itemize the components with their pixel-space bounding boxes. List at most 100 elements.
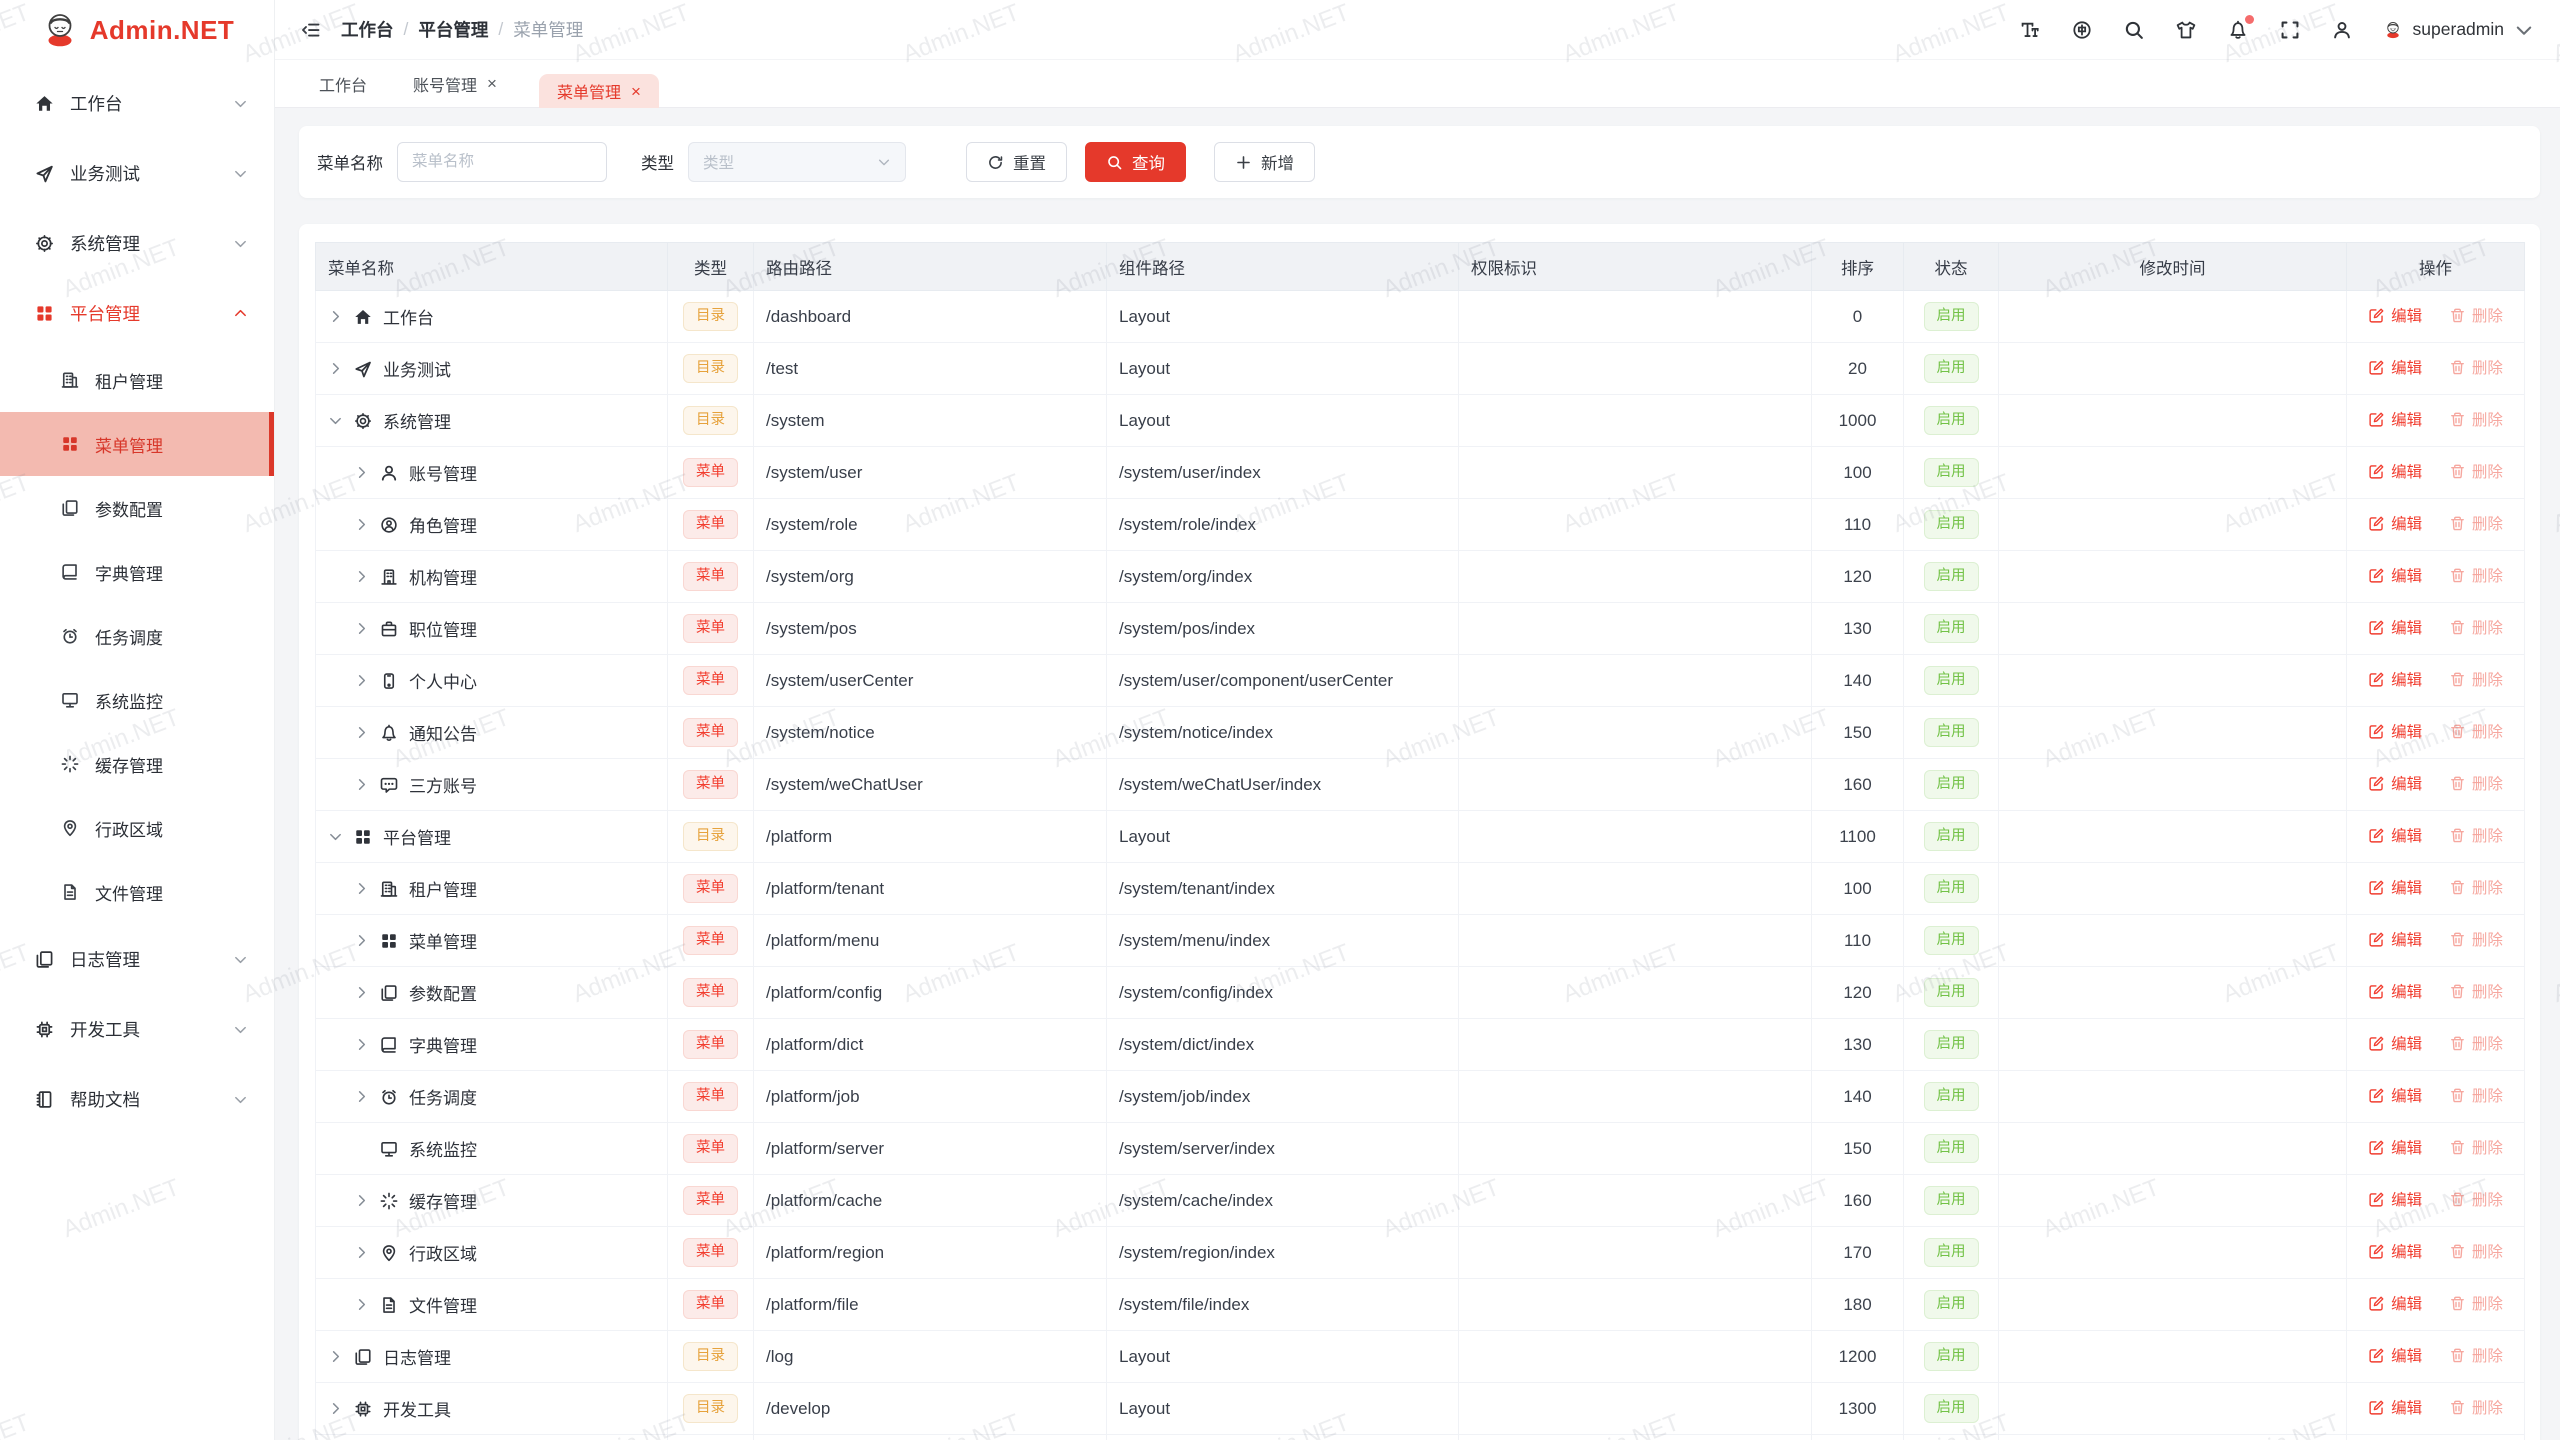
delete-button[interactable]: 删除: [2449, 460, 2503, 482]
edit-button[interactable]: 编辑: [2368, 356, 2422, 378]
tab-菜单管理[interactable]: 菜单管理 ×: [539, 74, 659, 108]
edit-button[interactable]: 编辑: [2368, 564, 2422, 586]
row-expand-caret[interactable]: [354, 1245, 369, 1260]
row-expand-caret[interactable]: [354, 673, 369, 688]
delete-button[interactable]: 删除: [2449, 1032, 2503, 1054]
reset-button[interactable]: 重置: [966, 142, 1067, 182]
edit-button[interactable]: 编辑: [2368, 1344, 2422, 1366]
row-expand-caret[interactable]: [354, 985, 369, 1000]
delete-button[interactable]: 删除: [2449, 876, 2503, 898]
row-expand-caret[interactable]: [354, 1037, 369, 1052]
app-logo[interactable]: Admin.NET: [0, 0, 274, 60]
sidebar-item-config[interactable]: 参数配置: [0, 476, 274, 540]
row-expand-caret[interactable]: [354, 777, 369, 792]
language-icon[interactable]: [2071, 19, 2093, 41]
sidebar-item-develop[interactable]: 开发工具: [0, 994, 274, 1064]
edit-button[interactable]: 编辑: [2368, 1188, 2422, 1210]
edit-button[interactable]: 编辑: [2368, 928, 2422, 950]
edit-button[interactable]: 编辑: [2368, 1032, 2422, 1054]
edit-button[interactable]: 编辑: [2368, 1240, 2422, 1262]
sidebar-item-file[interactable]: 文件管理: [0, 860, 274, 924]
edit-button[interactable]: 编辑: [2368, 876, 2422, 898]
row-expand-caret[interactable]: [354, 1193, 369, 1208]
add-button[interactable]: 新增: [1214, 142, 1315, 182]
font-size-icon[interactable]: [2019, 19, 2041, 41]
user-menu[interactable]: superadmin: [2383, 19, 2534, 40]
delete-button[interactable]: 删除: [2449, 772, 2503, 794]
edit-button[interactable]: 编辑: [2368, 408, 2422, 430]
row-expand-caret[interactable]: [354, 465, 369, 480]
notification-icon[interactable]: [2227, 19, 2249, 41]
edit-button[interactable]: 编辑: [2368, 1136, 2422, 1158]
row-expand-caret[interactable]: [354, 881, 369, 896]
theme-icon[interactable]: [2175, 19, 2197, 41]
delete-button[interactable]: 删除: [2449, 356, 2503, 378]
delete-button[interactable]: 删除: [2449, 616, 2503, 638]
sidebar-item-system[interactable]: 系统管理: [0, 208, 274, 278]
sidebar-item-region[interactable]: 行政区域: [0, 796, 274, 860]
row-expand-caret[interactable]: [328, 1401, 343, 1416]
sidebar-item-log[interactable]: 日志管理: [0, 924, 274, 994]
close-tab-icon[interactable]: ×: [631, 83, 641, 100]
edit-button[interactable]: 编辑: [2368, 824, 2422, 846]
row-expand-caret[interactable]: [354, 569, 369, 584]
delete-button[interactable]: 删除: [2449, 928, 2503, 950]
delete-button[interactable]: 删除: [2449, 512, 2503, 534]
edit-button[interactable]: 编辑: [2368, 616, 2422, 638]
sidebar-item-dict[interactable]: 字典管理: [0, 540, 274, 604]
row-expand-caret[interactable]: [354, 725, 369, 740]
row-expand-caret[interactable]: [328, 309, 343, 324]
delete-button[interactable]: 删除: [2449, 720, 2503, 742]
breadcrumb-item[interactable]: 工作台: [341, 17, 394, 42]
edit-button[interactable]: 编辑: [2368, 668, 2422, 690]
delete-button[interactable]: 删除: [2449, 1084, 2503, 1106]
row-expand-caret[interactable]: [354, 933, 369, 948]
sidebar-item-menu[interactable]: 菜单管理: [0, 412, 274, 476]
fullscreen-icon[interactable]: [2279, 19, 2301, 41]
edit-button[interactable]: 编辑: [2368, 1292, 2422, 1314]
delete-button[interactable]: 删除: [2449, 564, 2503, 586]
profile-icon[interactable]: [2331, 19, 2353, 41]
sidebar-item-business-test[interactable]: 业务测试: [0, 138, 274, 208]
row-expand-caret[interactable]: [328, 1349, 343, 1364]
search-icon[interactable]: [2123, 19, 2145, 41]
row-expand-caret[interactable]: [354, 1089, 369, 1104]
delete-button[interactable]: 删除: [2449, 1240, 2503, 1262]
delete-button[interactable]: 删除: [2449, 304, 2503, 326]
sidebar-item-server[interactable]: 系统监控: [0, 668, 274, 732]
menu-name-input[interactable]: [397, 142, 607, 182]
edit-button[interactable]: 编辑: [2368, 512, 2422, 534]
tab-工作台[interactable]: 工作台: [315, 60, 371, 108]
delete-button[interactable]: 删除: [2449, 1396, 2503, 1418]
search-button[interactable]: 查询: [1085, 142, 1186, 182]
delete-button[interactable]: 删除: [2449, 1344, 2503, 1366]
edit-button[interactable]: 编辑: [2368, 460, 2422, 482]
delete-button[interactable]: 删除: [2449, 1136, 2503, 1158]
row-expand-caret[interactable]: [328, 361, 343, 376]
sidebar-item-platform[interactable]: 平台管理: [0, 278, 274, 348]
row-expand-caret[interactable]: [354, 1297, 369, 1312]
collapse-sidebar-icon[interactable]: [301, 20, 321, 40]
edit-button[interactable]: 编辑: [2368, 1396, 2422, 1418]
breadcrumb-item[interactable]: 平台管理: [418, 17, 488, 42]
edit-button[interactable]: 编辑: [2368, 1084, 2422, 1106]
row-expand-caret[interactable]: [328, 829, 343, 844]
type-select[interactable]: 类型: [688, 142, 906, 182]
delete-button[interactable]: 删除: [2449, 408, 2503, 430]
tab-账号管理[interactable]: 账号管理 ×: [409, 60, 501, 108]
row-expand-caret[interactable]: [354, 621, 369, 636]
edit-button[interactable]: 编辑: [2368, 772, 2422, 794]
delete-button[interactable]: 删除: [2449, 824, 2503, 846]
sidebar-item-workbench[interactable]: 工作台: [0, 68, 274, 138]
delete-button[interactable]: 删除: [2449, 980, 2503, 1002]
row-expand-caret[interactable]: [354, 517, 369, 532]
sidebar-item-docs[interactable]: 帮助文档: [0, 1064, 274, 1134]
edit-button[interactable]: 编辑: [2368, 720, 2422, 742]
edit-button[interactable]: 编辑: [2368, 980, 2422, 1002]
delete-button[interactable]: 删除: [2449, 1188, 2503, 1210]
edit-button[interactable]: 编辑: [2368, 304, 2422, 326]
delete-button[interactable]: 删除: [2449, 668, 2503, 690]
delete-button[interactable]: 删除: [2449, 1292, 2503, 1314]
sidebar-item-job[interactable]: 任务调度: [0, 604, 274, 668]
sidebar-item-tenant[interactable]: 租户管理: [0, 348, 274, 412]
